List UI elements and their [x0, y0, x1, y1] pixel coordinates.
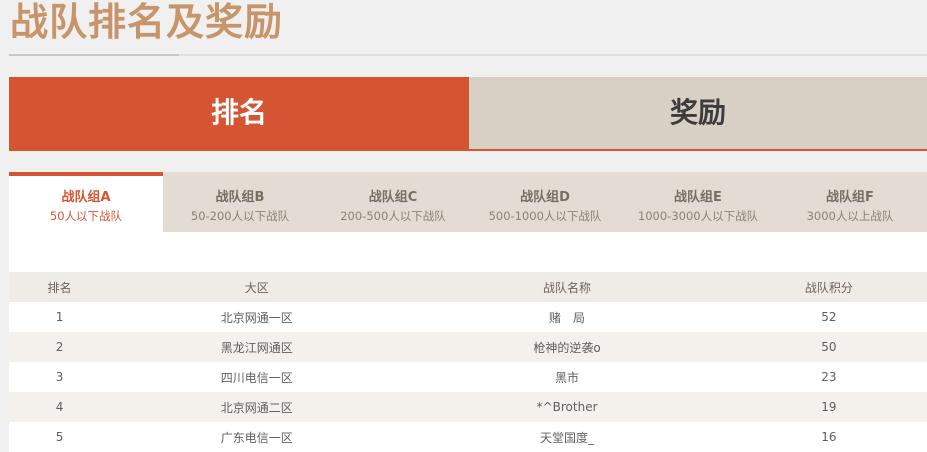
cell-team: 赌 局: [403, 302, 731, 332]
group-tab-desc: 1000-3000人以下战队: [637, 209, 759, 223]
group-tab-name: 战队组A: [61, 190, 111, 205]
table-row: 1 北京网通一区 赌 局 52: [9, 302, 927, 332]
group-tab-name: 战队组E: [674, 190, 722, 205]
cell-region: 北京网通二区: [110, 392, 404, 422]
column-header-score: 战队积分: [730, 272, 927, 302]
group-tab-desc: 200-500人以下战队: [340, 209, 446, 223]
cell-rank: 2: [9, 332, 111, 362]
cell-score: 50: [730, 332, 927, 362]
ranking-table: 排名 大区 战队名称 战队积分 1 北京网通一区 赌 局 52 2 黑龙江网通区…: [9, 272, 927, 452]
cell-score: 23: [730, 362, 927, 392]
cell-rank: 4: [9, 392, 111, 422]
cell-rank: 3: [9, 362, 111, 392]
cell-score: 19: [730, 392, 927, 422]
cell-team: 天堂国度_: [403, 422, 731, 452]
group-tab-name: 战队组F: [826, 190, 874, 205]
table-row: 5 广东电信一区 天堂国度_ 16: [9, 422, 927, 452]
tab-group-c[interactable]: 战队组C 200-500人以下战队: [316, 172, 470, 232]
tab-group-e[interactable]: 战队组E 1000-3000人以下战队: [621, 172, 775, 232]
cell-region: 黑龙江网通区: [110, 332, 404, 362]
cell-region: 广东电信一区: [110, 422, 404, 452]
tab-group-d[interactable]: 战队组D 500-1000人以下战队: [468, 172, 622, 232]
group-tab-desc: 50-200人以下战队: [190, 209, 290, 223]
ranking-panel: 战队组A 50人以下战队 战队组B 50-200人以下战队 战队组C 200-5…: [9, 172, 927, 452]
table-header-row: 排名 大区 战队名称 战队积分: [9, 272, 927, 302]
tab-group-b[interactable]: 战队组B 50-200人以下战队: [163, 172, 317, 232]
tab-rewards[interactable]: 奖励: [469, 77, 927, 149]
column-header-rank: 排名: [9, 272, 111, 302]
title-divider: [9, 54, 927, 56]
cell-team: *^Brother: [403, 392, 731, 422]
group-tab-desc: 500-1000人以下战队: [488, 209, 602, 223]
tab-ranking[interactable]: 排名: [9, 77, 469, 149]
cell-rank: 1: [9, 302, 111, 332]
group-tab-name: 战队组C: [368, 190, 418, 205]
group-tabs: 战队组A 50人以下战队 战队组B 50-200人以下战队 战队组C 200-5…: [9, 172, 927, 232]
table-row: 3 四川电信一区 黑市 23: [9, 362, 927, 392]
cell-rank: 5: [9, 422, 111, 452]
table-row: 4 北京网通二区 *^Brother 19: [9, 392, 927, 422]
main-tabs: 排名 奖励: [9, 77, 927, 151]
tab-group-f[interactable]: 战队组F 3000人以上战队: [773, 172, 927, 232]
cell-score: 16: [730, 422, 927, 452]
cell-region: 四川电信一区: [110, 362, 404, 392]
title-divider-accent: [9, 54, 179, 56]
tab-group-a[interactable]: 战队组A 50人以下战队: [9, 172, 163, 232]
cell-region: 北京网通一区: [110, 302, 404, 332]
group-tab-desc: 3000人以上战队: [806, 209, 894, 223]
group-tab-name: 战队组B: [215, 190, 265, 205]
column-header-region: 大区: [110, 272, 404, 302]
group-tab-desc: 50人以下战队: [49, 209, 123, 223]
cell-score: 52: [730, 302, 927, 332]
page-title: 战队排名及奖励: [10, 0, 284, 44]
main-tabs-underline: [9, 149, 927, 151]
cell-team: 黑市: [403, 362, 731, 392]
column-header-team: 战队名称: [403, 272, 731, 302]
table-row: 2 黑龙江网通区 枪神的逆袭o 50: [9, 332, 927, 362]
cell-team: 枪神的逆袭o: [403, 332, 731, 362]
group-tab-name: 战队组D: [520, 190, 570, 205]
